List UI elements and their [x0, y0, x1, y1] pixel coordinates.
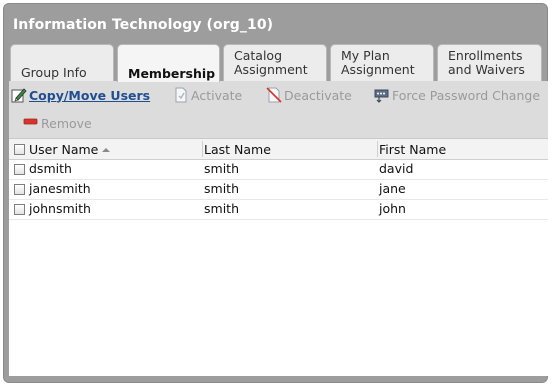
select-all-checkbox[interactable]: [14, 144, 25, 155]
row-checkbox[interactable]: [14, 164, 25, 175]
activate-button[interactable]: Activate: [173, 87, 242, 103]
column-header-last-name[interactable]: Last Name: [204, 142, 271, 157]
table-row[interactable]: janesmith smith jane: [9, 179, 548, 200]
tab-enrollments-and-waivers[interactable]: Enrollments and Waivers: [437, 44, 542, 81]
column-separator[interactable]: [202, 141, 203, 157]
tab-catalog-assignment[interactable]: Catalog Assignment: [223, 44, 327, 81]
sort-ascending-icon: [102, 147, 111, 152]
cell-user-name: johnsmith: [29, 201, 91, 216]
cell-first-name: john: [379, 201, 406, 216]
table-row[interactable]: dsmith smith david: [9, 159, 548, 180]
panel-title: Information Technology (org_10): [13, 17, 274, 33]
force-password-change-button[interactable]: Force Password Change: [374, 87, 540, 103]
table-row[interactable]: johnsmith smith john: [9, 199, 548, 220]
tab-label: Group Info: [21, 64, 87, 80]
cell-last-name: smith: [204, 201, 239, 216]
cell-last-name: smith: [204, 161, 239, 176]
tab-label-line1: My Plan: [341, 48, 390, 63]
copy-move-users-label: Copy/Move Users: [29, 87, 151, 103]
password-reset-icon: [374, 87, 390, 103]
group-panel: Information Technology (org_10) Group In…: [3, 3, 548, 383]
members-grid: User Name Last Name First Name dsmith sm…: [9, 138, 548, 376]
cell-last-name: smith: [204, 181, 239, 196]
tab-label-line2: and Waivers: [448, 61, 525, 77]
copy-move-users-button[interactable]: Copy/Move Users: [11, 87, 150, 103]
cell-user-name: dsmith: [29, 161, 72, 176]
tab-membership[interactable]: Membership: [117, 44, 220, 82]
membership-toolbar: Copy/Move Users Activate Deactivate Forc…: [9, 81, 548, 138]
activate-label: Activate: [191, 87, 243, 103]
remove-minus-icon: [23, 115, 39, 131]
grid-header: User Name Last Name First Name: [9, 139, 548, 160]
cell-user-name: janesmith: [29, 181, 91, 196]
column-header-label: User Name: [29, 142, 99, 157]
tab-label-line1: Catalog: [234, 48, 283, 63]
row-checkbox[interactable]: [14, 184, 25, 195]
deactivate-document-icon: [266, 87, 282, 103]
activate-document-icon: [173, 87, 189, 103]
remove-button[interactable]: Remove: [23, 115, 92, 131]
deactivate-button[interactable]: Deactivate: [266, 87, 352, 103]
tab-label-line1: Enrollments: [448, 48, 523, 63]
cell-first-name: david: [379, 161, 414, 176]
tab-my-plan-assignment[interactable]: My Plan Assignment: [330, 44, 434, 81]
cell-first-name: jane: [379, 181, 406, 196]
edit-pencil-icon: [11, 87, 27, 103]
tab-label-line2: Assignment: [234, 61, 308, 77]
tab-label-line2: Assignment: [341, 61, 415, 77]
row-checkbox[interactable]: [14, 204, 25, 215]
force-password-change-label: Force Password Change: [392, 87, 541, 103]
remove-label: Remove: [41, 115, 92, 131]
column-header-user-name[interactable]: User Name: [29, 142, 111, 157]
column-header-first-name[interactable]: First Name: [379, 142, 446, 157]
deactivate-label: Deactivate: [284, 87, 352, 103]
tab-label: Membership: [128, 65, 216, 81]
tab-group-info[interactable]: Group Info: [10, 44, 114, 81]
column-separator[interactable]: [377, 141, 378, 157]
